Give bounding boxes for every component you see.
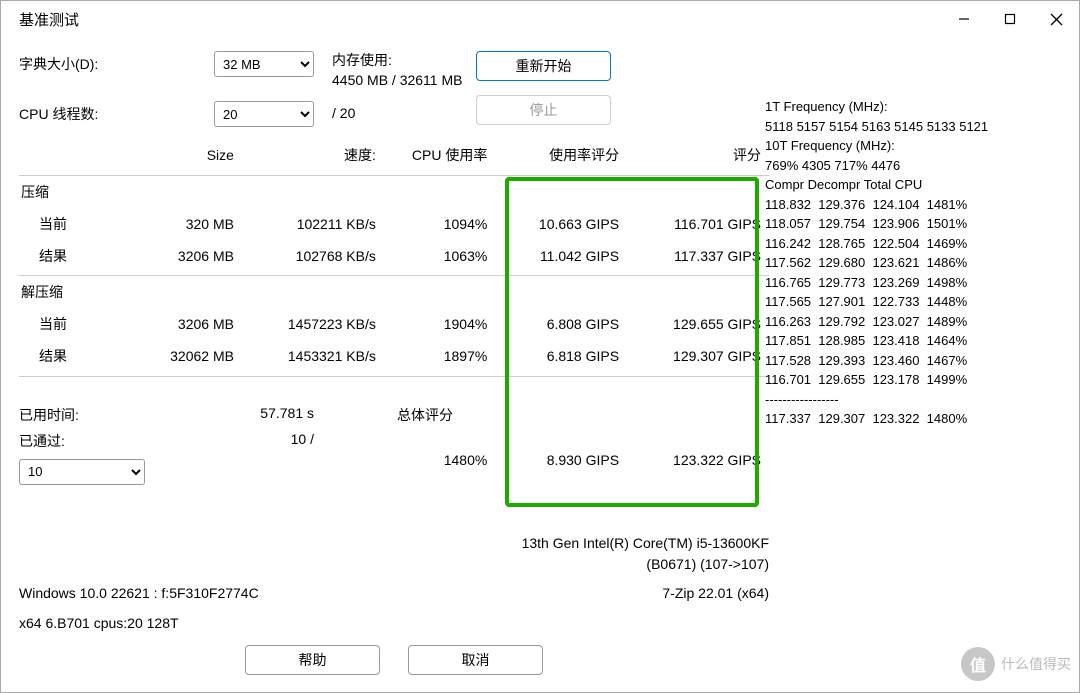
col-cpu: CPU 使用率 — [384, 139, 495, 171]
elapsed-value: 57.781 s — [214, 405, 314, 425]
mem-usage-label: 内存使用: — [332, 51, 462, 71]
minimize-button[interactable] — [941, 1, 987, 37]
arch-info: x64 6.B701 cpus:20 128T — [19, 615, 769, 631]
table-row: 结果 3206 MB 102768 KB/s 1063% 11.042 GIPS… — [19, 240, 769, 272]
total-cpu: 1480% — [384, 445, 495, 475]
watermark: 值 什么值得买 — [911, 644, 1071, 684]
freq-row: 117.851 128.985 123.418 1464% — [765, 331, 1065, 351]
freq-row: 116.263 129.792 123.027 1489% — [765, 312, 1065, 332]
col-rate: 评分 — [627, 139, 769, 171]
maximize-button[interactable] — [987, 1, 1033, 37]
compress-section: 压缩 — [19, 175, 769, 208]
table-row: 当前 3206 MB 1457223 KB/s 1904% 6.808 GIPS… — [19, 308, 769, 340]
window-title: 基准测试 — [19, 9, 79, 30]
watermark-icon: 值 — [961, 647, 995, 681]
restart-button[interactable]: 重新开始 — [476, 51, 611, 81]
threads-label: CPU 线程数: — [19, 101, 214, 124]
elapsed-label: 已用时间: — [19, 405, 214, 425]
cancel-button[interactable]: 取消 — [408, 645, 543, 675]
freq-row: 118.057 129.754 123.906 1501% — [765, 214, 1065, 234]
cpu-name: 13th Gen Intel(R) Core(TM) i5-13600KF — [19, 533, 769, 554]
close-button[interactable] — [1033, 1, 1079, 37]
os-info: Windows 10.0 22621 : f:5F310F2774C — [19, 585, 259, 601]
stop-button: 停止 — [476, 95, 611, 125]
freq-row: 117.565 127.901 122.733 1448% — [765, 292, 1065, 312]
threads-select[interactable]: 20 — [214, 101, 314, 127]
benchmark-table: Size 速度: CPU 使用率 使用率评分 评分 压缩 当前 320 MB 1… — [19, 139, 769, 377]
total-rate: 123.322 GIPS — [627, 445, 769, 475]
freq-row: 116.701 129.655 123.178 1499% — [765, 370, 1065, 390]
col-size: Size — [141, 139, 242, 171]
freq-row: 116.242 128.765 122.504 1469% — [765, 234, 1065, 254]
table-row: 当前 320 MB 102211 KB/s 1094% 10.663 GIPS … — [19, 208, 769, 240]
zip-version: 7-Zip 22.01 (x64) — [662, 585, 769, 601]
col-speed: 速度: — [242, 139, 384, 171]
cpu-detail: (B0671) (107->107) — [19, 554, 769, 575]
dict-size-label: 字典大小(D): — [19, 51, 214, 74]
mem-usage-value: 4450 MB / 32611 MB — [332, 71, 462, 91]
total-urate: 8.930 GIPS — [495, 445, 627, 475]
total-score-label: 总体评分 — [397, 405, 453, 425]
titlebar: 基准测试 — [1, 1, 1079, 37]
help-button[interactable]: 帮助 — [245, 645, 380, 675]
frequency-panel: 1T Frequency (MHz): 5118 5157 5154 5163 … — [765, 97, 1065, 429]
threads-max: / 20 — [332, 101, 355, 124]
freq-row: 117.562 129.680 123.621 1486% — [765, 253, 1065, 273]
table-row: 结果 32062 MB 1453321 KB/s 1897% 6.818 GIP… — [19, 340, 769, 372]
col-urate: 使用率评分 — [495, 139, 627, 171]
window-controls — [941, 1, 1079, 37]
freq-row: 116.765 129.773 123.269 1498% — [765, 273, 1065, 293]
decompress-section: 解压缩 — [19, 276, 769, 309]
dict-size-select[interactable]: 32 MB — [214, 51, 314, 77]
freq-row: 118.832 129.376 124.104 1481% — [765, 195, 1065, 215]
freq-row: 117.528 129.393 123.460 1467% — [765, 351, 1065, 371]
